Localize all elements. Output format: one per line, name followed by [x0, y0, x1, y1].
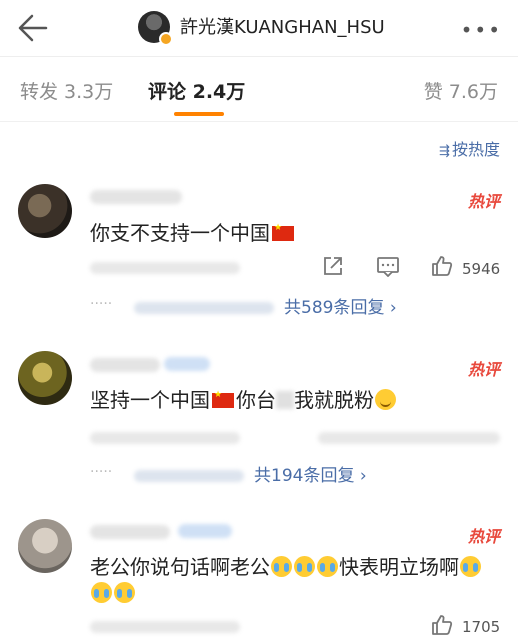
reply-dots: ·····	[90, 464, 113, 480]
hot-comment-badge: 热评	[467, 527, 500, 546]
sort-icon: ⇶	[439, 144, 450, 159]
comment-text-line-2	[90, 581, 136, 605]
top-bar: 許光漢KUANGHAN_HSU •••	[0, 0, 518, 56]
share-icon[interactable]	[322, 255, 344, 282]
tab-repost[interactable]: 转发 3.3万	[20, 77, 113, 104]
comment-text: 老公你说句话啊老公 快表明立场啊	[90, 551, 482, 580]
commenter-name-blurred[interactable]	[90, 358, 160, 372]
hot-comment-badge: 热评	[467, 192, 500, 211]
comment-actions-blurred	[318, 432, 500, 444]
comment-text-part: 你台	[236, 388, 276, 412]
reply-preview-blurred	[134, 470, 244, 482]
china-flag-icon	[272, 223, 294, 241]
crying-emoji-icon	[317, 556, 338, 577]
reply-preview-blurred	[134, 302, 274, 314]
like-count: 1705	[462, 618, 501, 636]
comment-text-part: 老公你说句话啊老公	[90, 555, 270, 579]
reply-dots: ·····	[90, 296, 113, 312]
crying-emoji-icon	[91, 582, 112, 603]
tab-like[interactable]: 赞 7.6万	[424, 77, 498, 104]
comment-item: 热评 老公你说句话啊老公 快表明立场啊 1705	[0, 515, 518, 640]
commenter-name-blurred[interactable]	[90, 190, 182, 204]
like-thumb-icon[interactable]	[430, 613, 454, 640]
commenter-avatar[interactable]	[18, 519, 72, 573]
comment-text: 你支不支持一个中国	[90, 217, 296, 246]
hot-comment-badge: 热评	[467, 360, 500, 379]
commenter-name-blurred[interactable]	[90, 525, 170, 539]
active-tab-indicator	[174, 112, 224, 116]
like-thumb-icon[interactable]	[430, 254, 454, 283]
comment-item: 热评 你支不支持一个中国 5946 ····· 共589条回复 ›	[0, 180, 518, 330]
comment-text-part: 你支不支持一个中国	[90, 221, 270, 245]
like-count: 5946	[462, 260, 501, 278]
verified-badge-icon	[159, 32, 173, 46]
comment-text-part: 坚持一个中国	[90, 388, 210, 412]
reply-preview[interactable]: ····· 共194条回复 ›	[90, 456, 500, 496]
smile-emoji-icon	[375, 389, 396, 410]
comment-icon[interactable]	[376, 255, 400, 282]
comment-meta-blurred	[90, 621, 240, 633]
crying-emoji-icon	[460, 556, 481, 577]
arrow-left-icon[interactable]	[12, 8, 52, 48]
tab-bar: 转发 3.3万 评论 2.4万 赞 7.6万	[0, 56, 518, 122]
commenter-avatar[interactable]	[18, 351, 72, 405]
comment-meta-blurred	[90, 432, 240, 444]
sort-button[interactable]: ⇶ 按热度	[439, 136, 500, 160]
comment-text-part: 快表明立场啊	[339, 555, 459, 579]
commenter-avatar[interactable]	[18, 184, 72, 238]
view-replies-link[interactable]: 共194条回复 ›	[254, 461, 367, 486]
more-dots-icon[interactable]: •••	[461, 18, 502, 42]
commenter-badge-blurred	[178, 524, 232, 538]
reply-preview[interactable]: ····· 共589条回复 ›	[90, 288, 500, 328]
crying-emoji-icon	[114, 582, 135, 603]
commenter-badge-blurred	[164, 357, 210, 371]
view-replies-link[interactable]: 共589条回复 ›	[284, 293, 397, 318]
comment-text-part: 我就脱粉	[294, 388, 374, 412]
china-flag-icon	[212, 390, 234, 408]
comment-text: 坚持一个中国 你台我就脱粉	[90, 384, 397, 413]
comment-meta-blurred	[90, 262, 240, 274]
crying-emoji-icon	[294, 556, 315, 577]
comment-item: 热评 坚持一个中国 你台我就脱粉 ····· 共194条回复 ›	[0, 348, 518, 498]
crying-emoji-icon	[271, 556, 292, 577]
blurred-word	[276, 391, 294, 409]
sort-label: 按热度	[451, 140, 500, 159]
page-title[interactable]: 許光漢KUANGHAN_HSU	[180, 13, 385, 39]
user-avatar[interactable]	[138, 11, 173, 46]
